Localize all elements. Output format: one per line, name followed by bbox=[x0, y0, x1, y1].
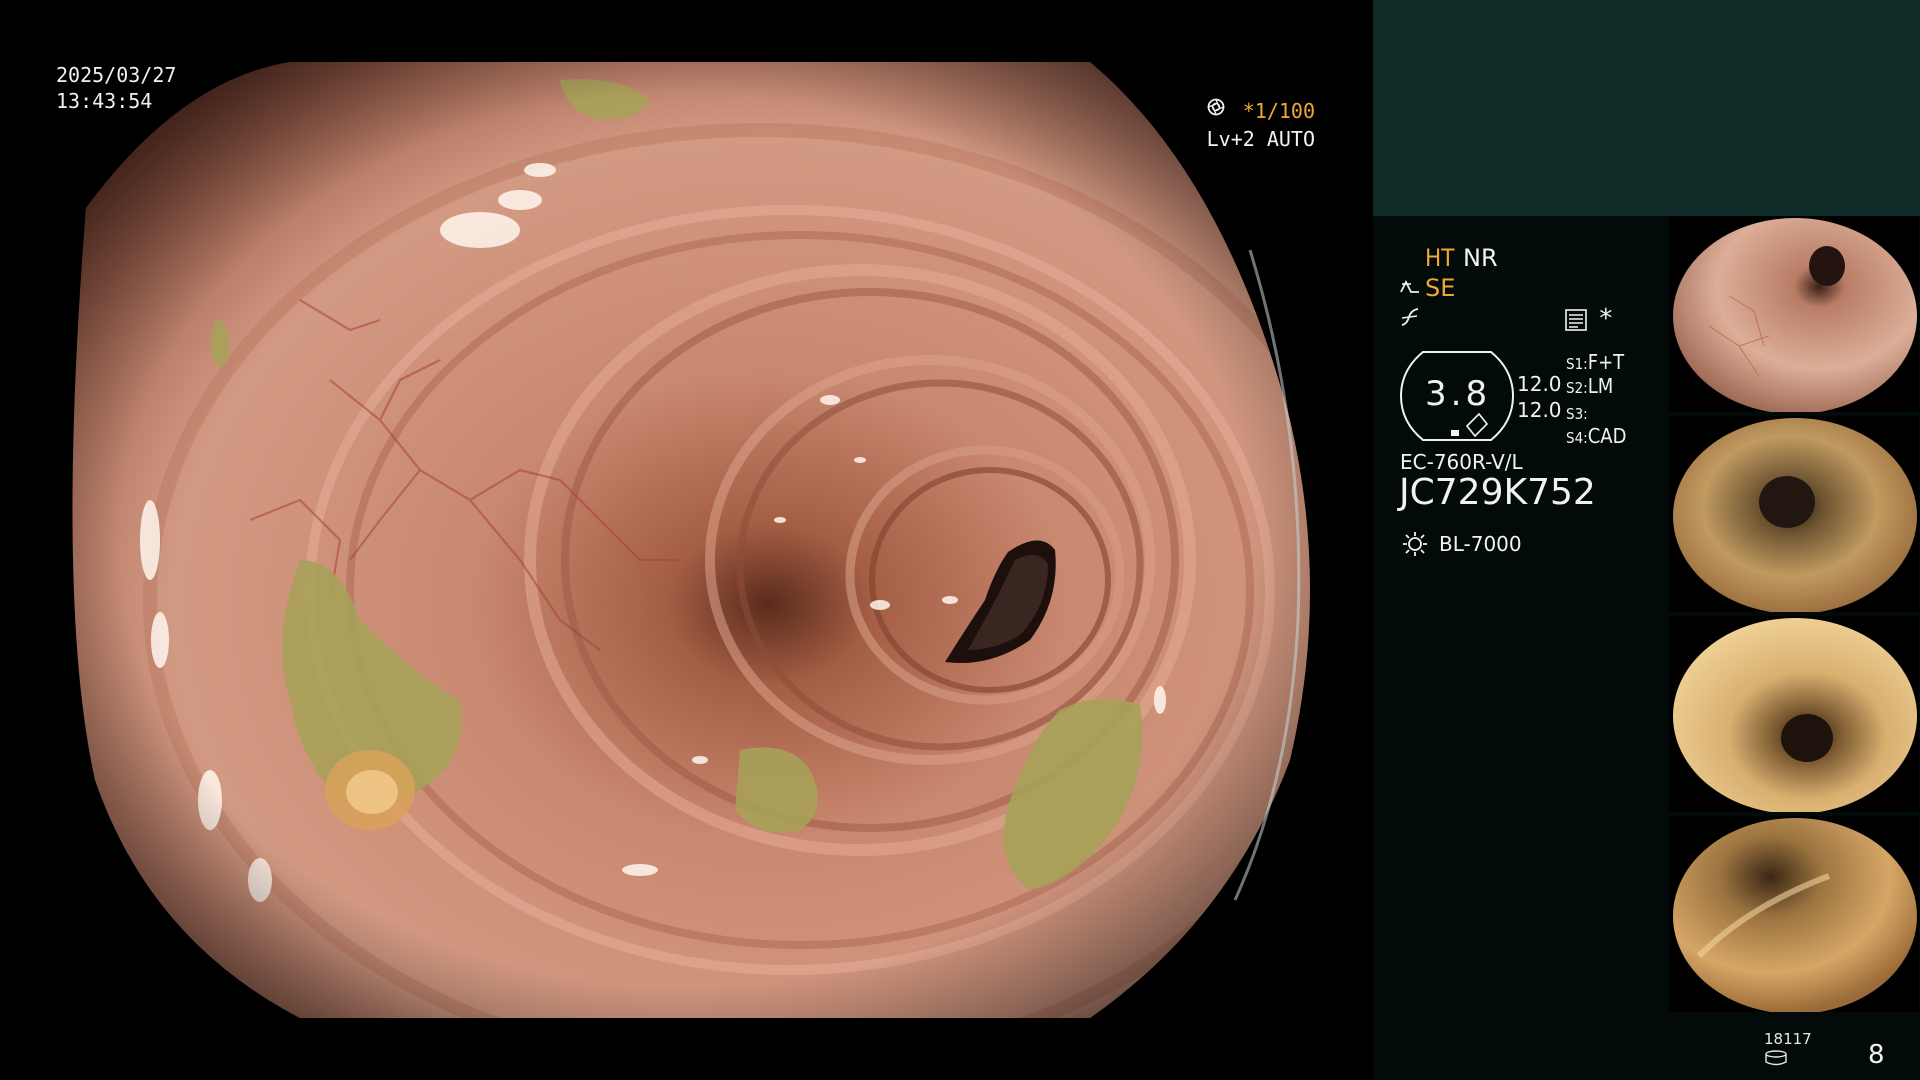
iris-icon bbox=[1207, 98, 1224, 116]
capture-thumbnail-4[interactable] bbox=[1669, 816, 1919, 1012]
switch-key: S3 bbox=[1566, 405, 1584, 423]
storage-count-label: 18117 bbox=[1764, 1030, 1812, 1048]
switch-s2: S2:LM bbox=[1566, 374, 1614, 398]
asterisk-marker: * bbox=[1598, 304, 1614, 334]
date-time-display: 2025/03/27 13:43:54 bbox=[56, 62, 176, 114]
tone-curve-icon bbox=[1401, 308, 1419, 326]
switch-key: S4 bbox=[1566, 429, 1584, 447]
scope-serial-label: JC729K752 bbox=[1399, 472, 1596, 513]
panel-header-block bbox=[1373, 0, 1920, 216]
time-label: 13:43:54 bbox=[56, 89, 153, 113]
switch-value: LM bbox=[1587, 374, 1614, 398]
nr-label: NR bbox=[1463, 244, 1498, 272]
light-source-label: BL-7000 bbox=[1439, 532, 1522, 556]
switch-s4: S4:CAD bbox=[1566, 424, 1627, 448]
se-label: SE bbox=[1425, 274, 1456, 302]
endoscopic-image-view: 2025/03/27 13:43:54 *1/100 Lv+2 AUTO bbox=[0, 0, 1373, 1080]
captured-image-count: 8 bbox=[1868, 1040, 1885, 1070]
magnification-value: 3.8 bbox=[1425, 374, 1492, 414]
date-label: 2025/03/27 bbox=[56, 63, 177, 87]
shutter-speed-label: *1/100 bbox=[1242, 99, 1315, 123]
scope-model-label: EC-760R-V/L bbox=[1400, 450, 1523, 474]
exposure-mode-label: AUTO bbox=[1266, 127, 1315, 151]
exposure-overlay: *1/100 Lv+2 AUTO bbox=[1207, 98, 1315, 154]
lamp-icon bbox=[1403, 532, 1427, 556]
settings-info-block: HT NR SE * 3.8 12.0 12.0 S1:F+T S2:LM S3… bbox=[1373, 216, 1673, 1080]
switch-key: S1 bbox=[1566, 355, 1584, 373]
colon-lumen-image bbox=[72, 62, 1310, 1018]
exposure-level-label: Lv+2 bbox=[1206, 127, 1255, 151]
capture-thumbnail-1[interactable] bbox=[1669, 216, 1919, 412]
capture-thumbnail-2[interactable] bbox=[1669, 416, 1919, 612]
switch-value: F+T bbox=[1587, 350, 1625, 374]
switch-key: S2 bbox=[1566, 379, 1584, 397]
report-icon bbox=[1565, 309, 1587, 331]
info-panel: HT NR SE * 3.8 12.0 12.0 S1:F+T S2:LM S3… bbox=[1373, 0, 1920, 1080]
capture-thumbnail-3[interactable] bbox=[1669, 616, 1919, 812]
switch-s1: S1:F+T bbox=[1566, 350, 1625, 374]
storage-icon bbox=[1765, 1050, 1787, 1066]
switch-value: CAD bbox=[1587, 424, 1627, 448]
switch-s3: S3: bbox=[1566, 405, 1588, 423]
ht-label: HT bbox=[1425, 244, 1455, 272]
enhancement-icon bbox=[1400, 279, 1419, 293]
zoom-value-2: 12.0 bbox=[1517, 398, 1562, 422]
zoom-value-1: 12.0 bbox=[1517, 372, 1562, 396]
